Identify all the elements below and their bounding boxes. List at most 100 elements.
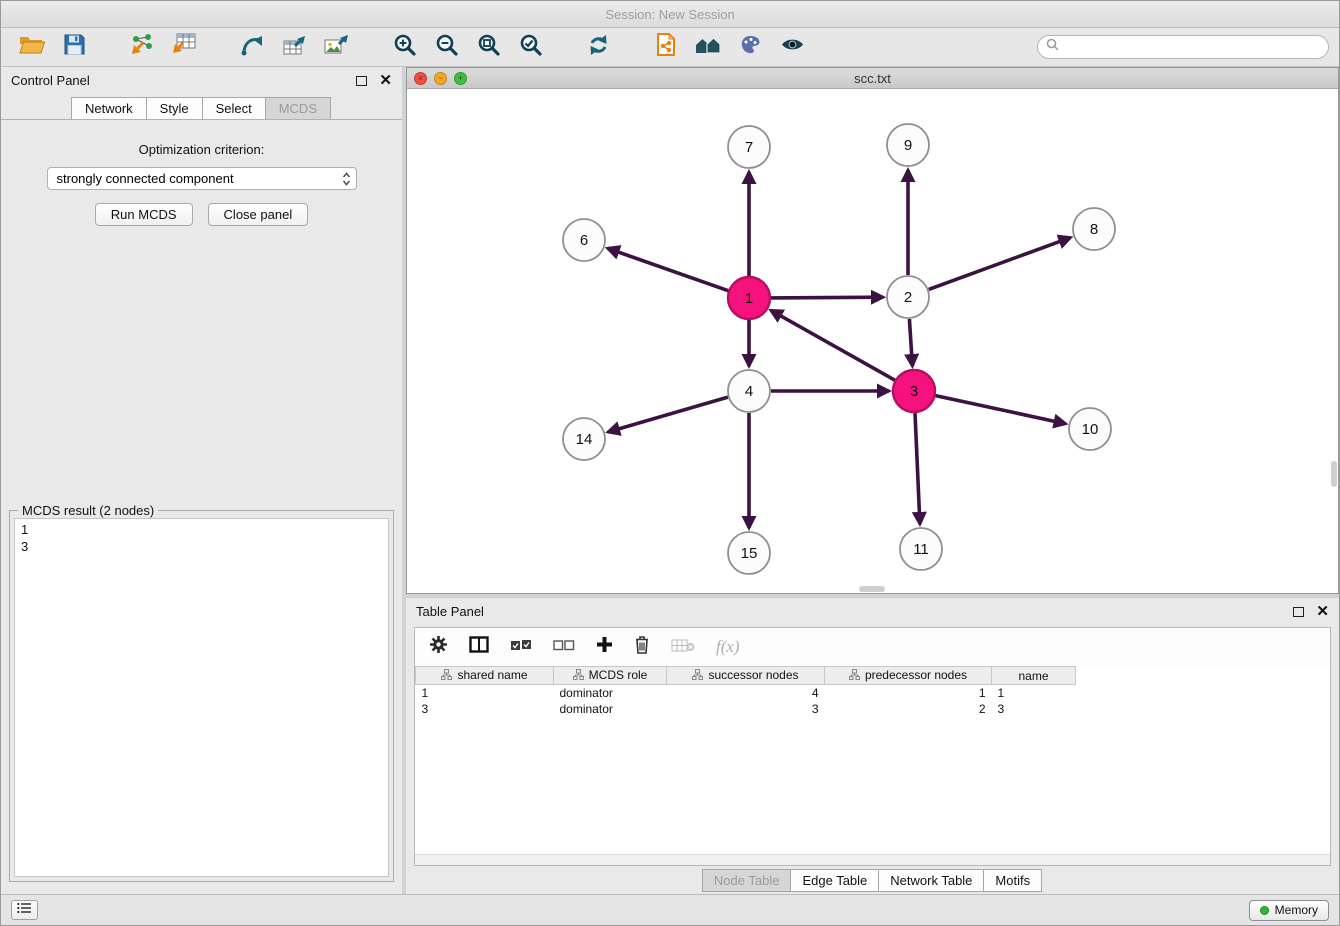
zoom-in-button[interactable] [389,33,419,61]
search-input[interactable] [1064,40,1320,54]
graph-node-2[interactable]: 2 [887,276,929,318]
graph-node-4[interactable]: 4 [728,370,770,412]
zoom-selected-button[interactable] [515,33,545,61]
image-export-icon [323,34,349,61]
import-table-button[interactable] [169,33,199,61]
column-tree-icon [441,669,452,683]
graph-node-1[interactable]: 1 [728,277,770,319]
application-window: Session: New Session [0,0,1340,926]
table-panel-title: Table Panel [416,604,484,619]
node-table-area: shared name MCDS role successor nodes pr… [415,666,1330,854]
float-table-panel-icon[interactable] [1293,607,1304,617]
table-settings-button[interactable] [429,635,448,659]
svg-text:15: 15 [741,545,758,562]
curved-arrow-icon [240,34,264,61]
graph-node-10[interactable]: 10 [1069,408,1111,450]
tab-motifs[interactable]: Motifs [983,869,1042,892]
document-network-button[interactable] [651,33,681,61]
graph-node-8[interactable]: 8 [1073,208,1115,250]
canvas-hscroll-thumb[interactable] [859,586,885,592]
open-session-button[interactable] [17,33,47,61]
graph-node-6[interactable]: 6 [563,219,605,261]
edge-2-8[interactable] [929,238,1071,290]
edge-4-14[interactable] [608,397,728,432]
tab-select[interactable]: Select [202,97,266,119]
graph-node-15[interactable]: 15 [728,532,770,574]
canvas-vscroll-thumb[interactable] [1331,461,1337,487]
network-canvas[interactable]: 7 9 6 8 1 2 4 3 14 10 15 11 [407,89,1338,593]
mcds-result-title: MCDS result (2 nodes) [18,503,158,518]
select-all-rows-button[interactable] [510,638,532,656]
export-image-button[interactable] [321,33,351,61]
column-header-successor-nodes[interactable]: successor nodes [667,667,825,685]
tab-style[interactable]: Style [146,97,203,119]
style-button[interactable] [735,33,765,61]
table-panel-header: Table Panel ✕ [406,598,1339,625]
run-mcds-button[interactable]: Run MCDS [95,203,193,226]
column-tree-icon [849,669,860,683]
add-column-button[interactable] [596,636,613,658]
edge-1-6[interactable] [608,248,729,290]
tab-network-table[interactable]: Network Table [878,869,984,892]
table-row[interactable]: 3dominator323 [416,701,1331,717]
zoom-out-icon [435,33,458,61]
svg-text:8: 8 [1090,221,1098,238]
tab-mcds[interactable]: MCDS [265,97,331,119]
delete-column-button[interactable] [634,635,650,659]
close-window-icon[interactable]: × [414,72,427,85]
column-header-predecessor-nodes[interactable]: predecessor nodes [825,667,992,685]
svg-text:14: 14 [576,431,593,448]
save-session-button[interactable] [59,33,89,61]
graph-node-7[interactable]: 7 [728,126,770,168]
edge-1-2[interactable] [771,297,883,298]
column-header-mcds-role[interactable]: MCDS role [554,667,667,685]
column-header-shared-name[interactable]: shared name [416,667,554,685]
table-import-icon [171,33,197,61]
minimize-window-icon[interactable]: − [434,72,447,85]
columns-icon [469,636,489,658]
mcds-result-groupbox: MCDS result (2 nodes) 1 3 [9,510,394,882]
maximize-window-icon[interactable]: + [454,72,467,85]
table-tabs: Node Table Edge Table Network Table Moti… [406,866,1339,894]
float-window-icon[interactable] [356,76,367,86]
close-table-panel-icon[interactable]: ✕ [1316,604,1329,619]
show-columns-button[interactable] [469,636,489,658]
edge-3-11[interactable] [915,413,920,524]
import-network-button[interactable] [127,33,157,61]
export-table-button[interactable] [279,33,309,61]
close-panel-button[interactable]: Close panel [208,203,309,226]
zoom-check-icon [519,33,542,61]
table-row[interactable]: 1dominator411 [416,685,1331,701]
graph-node-3[interactable]: 3 [893,370,935,412]
table-hscrollbar[interactable] [415,854,1330,865]
table-export-icon [282,34,307,61]
criterion-dropdown[interactable]: strongly connected component [47,167,357,190]
function-icon: f(x) [716,637,740,657]
graph-node-9[interactable]: 9 [887,124,929,166]
edge-3-1[interactable] [771,310,895,380]
deselect-all-rows-button[interactable] [553,638,575,656]
tab-node-table[interactable]: Node Table [702,869,792,892]
graph-node-14[interactable]: 14 [563,418,605,460]
graph-node-11[interactable]: 11 [900,528,942,570]
tab-edge-table[interactable]: Edge Table [790,869,879,892]
export-network-button[interactable] [237,33,267,61]
edge-3-10[interactable] [936,396,1066,424]
search-field[interactable] [1037,35,1329,59]
memory-button[interactable]: Memory [1249,900,1329,921]
task-history-button[interactable] [11,900,38,920]
edge-2-3[interactable] [909,319,912,366]
column-header-name[interactable]: name [992,667,1076,685]
tab-network[interactable]: Network [71,97,147,119]
search-icon [1046,38,1059,56]
svg-text:9: 9 [904,137,912,154]
zoom-fit-button[interactable] [473,33,503,61]
nested-networks-button[interactable] [693,33,723,61]
function-builder-button: f(x) [716,637,740,657]
zoom-out-button[interactable] [431,33,461,61]
close-panel-icon[interactable]: ✕ [379,73,392,88]
mcds-result-text[interactable]: 1 3 [14,518,389,877]
refresh-button[interactable] [583,33,613,61]
show-details-button[interactable] [777,33,807,61]
network-graph[interactable]: 7 9 6 8 1 2 4 3 14 10 15 11 [407,89,1339,592]
